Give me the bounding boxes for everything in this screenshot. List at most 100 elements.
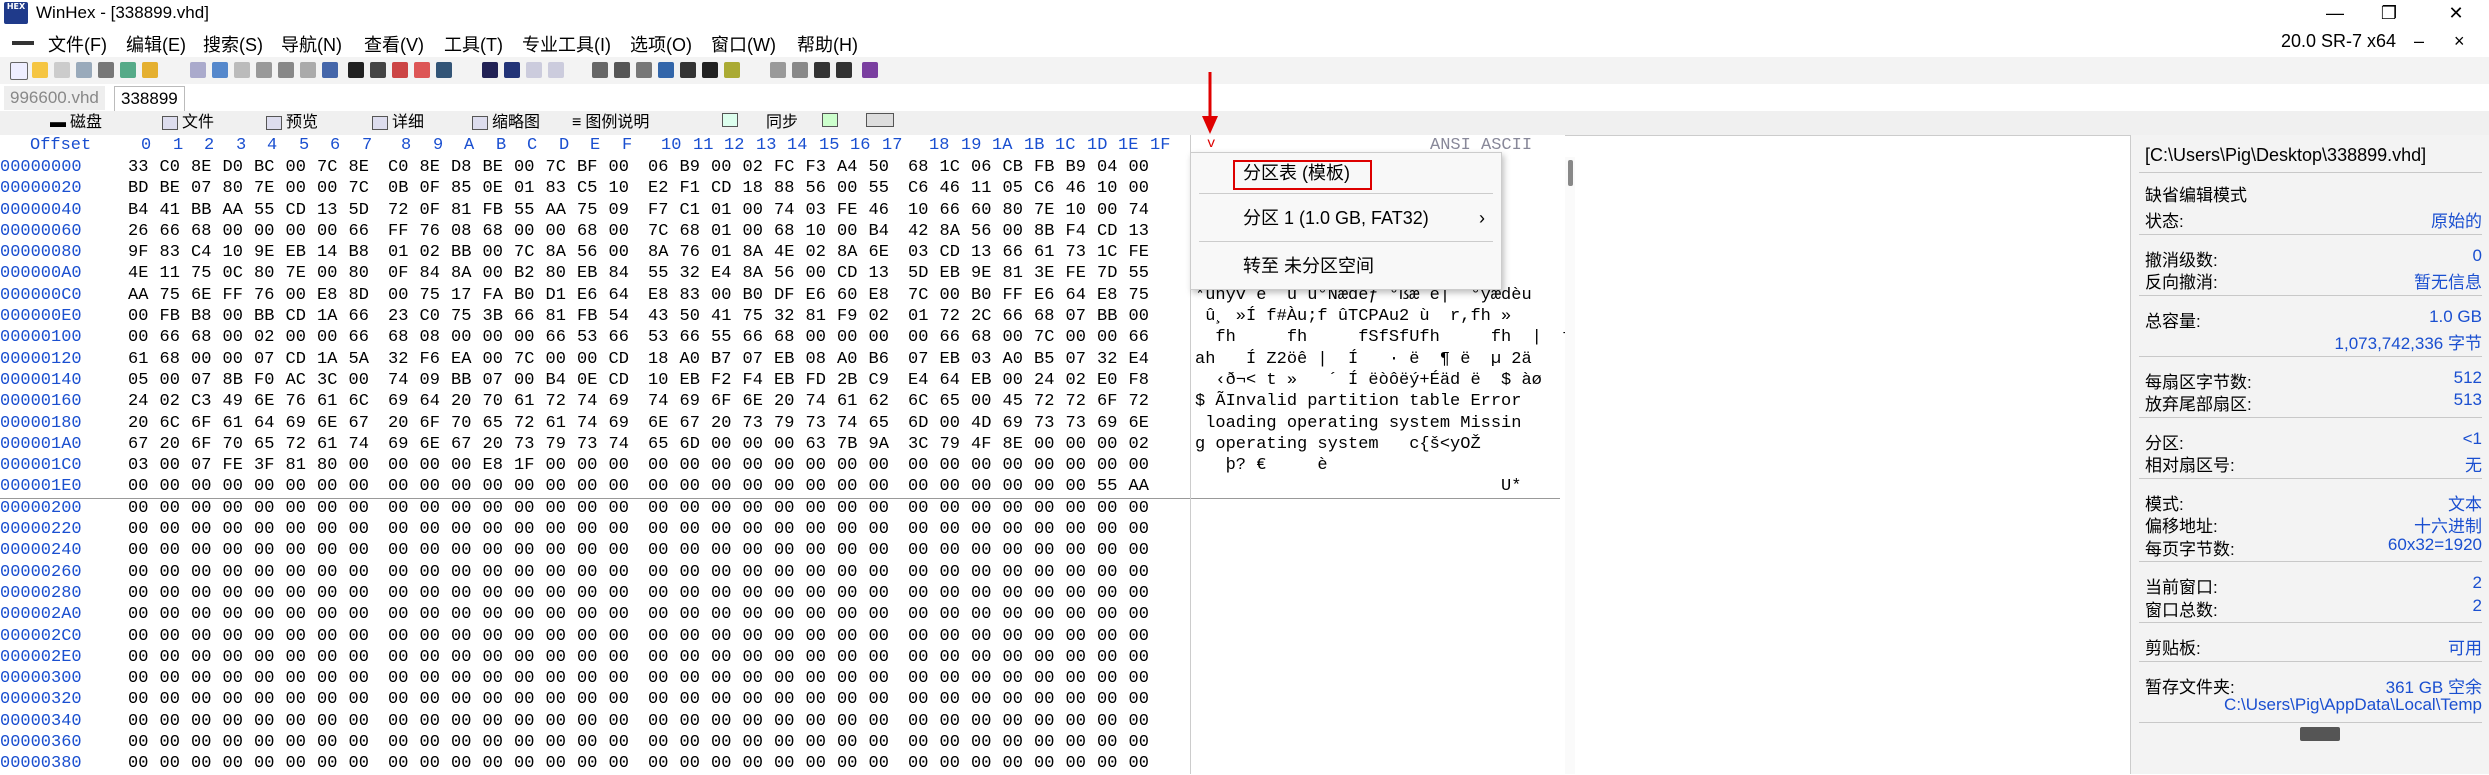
hex-byte[interactable]: 20 bbox=[774, 391, 806, 412]
goto-offset-icon[interactable] bbox=[482, 62, 498, 78]
hex-byte[interactable]: 26 bbox=[128, 221, 160, 242]
hex-byte[interactable]: 00 bbox=[869, 647, 901, 668]
mdi-close-button[interactable]: × bbox=[2454, 31, 2465, 52]
hex-byte[interactable]: 00 bbox=[680, 732, 712, 753]
hex-byte[interactable]: 6C bbox=[349, 391, 381, 412]
hex-byte[interactable]: 00 bbox=[420, 583, 452, 604]
hex-row[interactable]: 00 00 00 00 00 00 00 00 00 00 00 00 00 00 00 00 00 00 00 00… bbox=[128, 519, 1188, 540]
hex-byte[interactable]: 00 bbox=[191, 476, 223, 497]
hex-byte[interactable]: 00 bbox=[743, 200, 775, 221]
hex-byte[interactable]: 00 bbox=[971, 626, 1003, 647]
hex-byte[interactable]: 00 bbox=[971, 711, 1003, 732]
hex-byte[interactable]: 00 bbox=[680, 647, 712, 668]
ascii-row[interactable]: U* bbox=[1195, 476, 1545, 497]
hex-byte[interactable]: 74 bbox=[609, 434, 641, 455]
find-icon[interactable] bbox=[348, 62, 364, 78]
hex-byte[interactable]: 00 bbox=[514, 157, 546, 178]
hex-byte[interactable]: 00 bbox=[349, 540, 381, 561]
hex-byte[interactable]: 00 bbox=[1034, 540, 1066, 561]
hex-byte[interactable]: 00 bbox=[420, 519, 452, 540]
hex-byte[interactable]: BE bbox=[160, 178, 192, 199]
hex-byte[interactable]: 00 bbox=[680, 626, 712, 647]
hex-byte[interactable]: 00 bbox=[191, 647, 223, 668]
hex-byte[interactable]: 00 bbox=[514, 604, 546, 625]
hex-byte[interactable]: E8 bbox=[483, 455, 515, 476]
hex-byte[interactable]: 00 bbox=[286, 327, 318, 348]
hex-byte[interactable]: 00 bbox=[388, 753, 420, 774]
hex-byte[interactable]: 00 bbox=[160, 476, 192, 497]
hex-row[interactable]: 00 00 00 00 00 00 00 00 00 00 00 00 00 00 00 00 00 00 00 00… bbox=[128, 753, 1188, 774]
hex-byte[interactable]: C6 bbox=[908, 178, 940, 199]
replace-icon[interactable] bbox=[392, 62, 408, 78]
hex-byte[interactable]: 00 bbox=[483, 626, 515, 647]
hex-byte[interactable]: 00 bbox=[317, 498, 349, 519]
hex-byte[interactable]: 64 bbox=[254, 413, 286, 434]
hex-byte[interactable]: 00 bbox=[908, 327, 940, 348]
hex-byte[interactable]: 00 bbox=[483, 753, 515, 774]
hex-byte[interactable]: 00 bbox=[648, 583, 680, 604]
hex-byte[interactable]: 00 bbox=[317, 711, 349, 732]
hex-byte[interactable]: 00 bbox=[286, 540, 318, 561]
hex-byte[interactable]: 00 bbox=[160, 562, 192, 583]
hex-byte[interactable]: 6F bbox=[191, 413, 223, 434]
hex-byte[interactable]: 00 bbox=[128, 306, 160, 327]
hex-byte[interactable]: 00 bbox=[711, 711, 743, 732]
hex-byte[interactable]: 00 bbox=[1066, 689, 1098, 710]
hex-byte[interactable]: 81 bbox=[451, 200, 483, 221]
hex-byte[interactable]: 00 bbox=[160, 711, 192, 732]
hex-byte[interactable]: 00 bbox=[743, 732, 775, 753]
hex-byte[interactable]: 00 bbox=[711, 583, 743, 604]
hex-row[interactable]: 05 00 07 8B F0 AC 3C 00 74 09 BB 07 00 B4 0E CD 10 EB F2 F4… bbox=[128, 370, 1188, 391]
hex-byte[interactable]: 00 bbox=[317, 263, 349, 284]
hex-byte[interactable]: 8A bbox=[546, 242, 578, 263]
hex-byte[interactable]: 74 bbox=[837, 413, 869, 434]
hex-byte[interactable]: 00 bbox=[191, 583, 223, 604]
menu-help[interactable]: 帮助(H) bbox=[797, 31, 858, 57]
menu-view[interactable]: 查看(V) bbox=[364, 31, 424, 57]
hex-byte[interactable]: 00 bbox=[546, 562, 578, 583]
hex-byte[interactable]: 00 bbox=[806, 476, 838, 497]
cut-icon[interactable] bbox=[300, 62, 316, 78]
hex-byte[interactable]: 00 bbox=[254, 604, 286, 625]
hex-byte[interactable]: 69 bbox=[609, 413, 641, 434]
hex-byte[interactable]: 4E bbox=[128, 263, 160, 284]
hex-byte[interactable]: 88 bbox=[774, 178, 806, 199]
hex-byte[interactable]: 00 bbox=[774, 476, 806, 497]
hex-byte[interactable]: 00 bbox=[774, 753, 806, 774]
hex-byte[interactable]: 00 bbox=[349, 753, 381, 774]
hex-byte[interactable]: 00 bbox=[1003, 583, 1035, 604]
tab-338899[interactable]: 338899 bbox=[114, 86, 185, 111]
hex-byte[interactable]: 00 bbox=[1129, 562, 1161, 583]
hex-byte[interactable]: B4 bbox=[128, 200, 160, 221]
hex-byte[interactable]: 00 bbox=[286, 689, 318, 710]
hex-byte[interactable]: 00 bbox=[128, 540, 160, 561]
hex-byte[interactable]: 10 bbox=[1066, 200, 1098, 221]
hex-byte[interactable]: 00 bbox=[451, 519, 483, 540]
hex-byte[interactable]: 56 bbox=[971, 221, 1003, 242]
hex-byte[interactable]: 20 bbox=[128, 413, 160, 434]
hex-byte[interactable]: 00 bbox=[1097, 732, 1129, 753]
hex-byte[interactable]: 00 bbox=[223, 668, 255, 689]
hex-byte[interactable]: 00 bbox=[577, 626, 609, 647]
maximize-button[interactable]: ❐ bbox=[2367, 0, 2411, 27]
hex-byte[interactable]: 00 bbox=[420, 753, 452, 774]
hex-byte[interactable]: 00 bbox=[514, 221, 546, 242]
hex-byte[interactable]: 6E bbox=[191, 285, 223, 306]
hex-byte[interactable]: 75 bbox=[743, 306, 775, 327]
hex-byte[interactable]: 00 bbox=[609, 519, 641, 540]
hex-byte[interactable]: 00 bbox=[940, 455, 972, 476]
hex-byte[interactable]: 00 bbox=[806, 498, 838, 519]
hex-byte[interactable]: 00 bbox=[869, 455, 901, 476]
hex-byte[interactable]: 7E bbox=[1034, 200, 1066, 221]
hex-byte[interactable]: 00 bbox=[514, 327, 546, 348]
hex-byte[interactable]: 00 bbox=[908, 476, 940, 497]
hex-byte[interactable]: B8 bbox=[349, 242, 381, 263]
hex-byte[interactable]: 00 bbox=[869, 498, 901, 519]
hex-byte[interactable]: 73 bbox=[1066, 242, 1098, 263]
hex-byte[interactable]: 00 bbox=[806, 604, 838, 625]
hex-byte[interactable]: 73 bbox=[743, 413, 775, 434]
hex-byte[interactable]: 0F bbox=[420, 178, 452, 199]
hex-byte[interactable]: 00 bbox=[1066, 732, 1098, 753]
hex-byte[interactable]: 72 bbox=[1066, 391, 1098, 412]
hex-byte[interactable]: 00 bbox=[254, 519, 286, 540]
